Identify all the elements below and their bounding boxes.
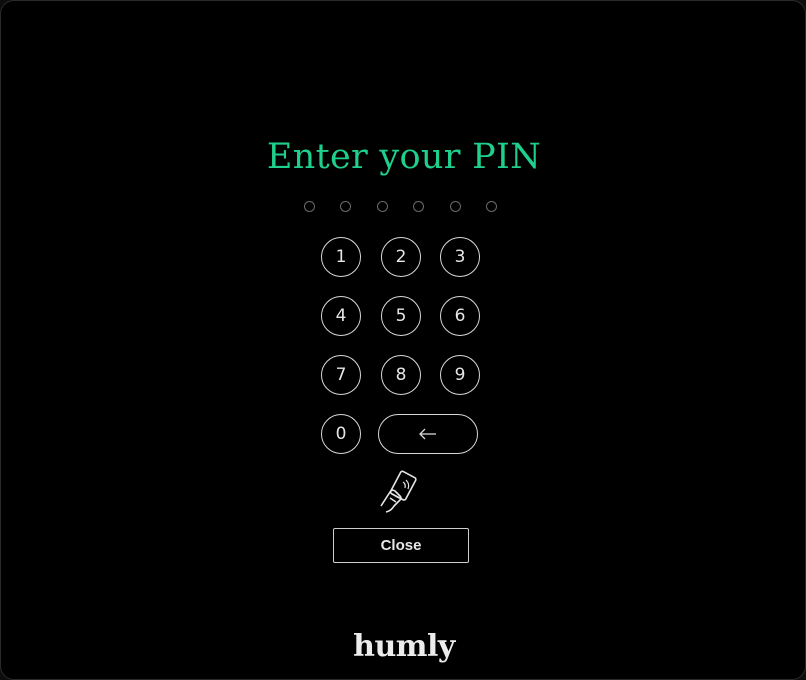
page-title: Enter your PIN xyxy=(266,137,542,177)
arrow-left-icon xyxy=(419,428,436,440)
pin-dot xyxy=(413,201,424,212)
key-9[interactable]: 9 xyxy=(440,355,480,395)
close-button[interactable]: Close xyxy=(333,528,469,563)
key-8[interactable]: 8 xyxy=(381,355,421,395)
pin-dot xyxy=(486,201,497,212)
key-2[interactable]: 2 xyxy=(381,237,421,277)
key-1[interactable]: 1 xyxy=(321,237,361,277)
key-3[interactable]: 3 xyxy=(440,237,480,277)
key-7[interactable]: 7 xyxy=(321,355,361,395)
hand-card-tap-icon xyxy=(378,470,424,514)
pin-dot xyxy=(340,201,351,212)
key-5[interactable]: 5 xyxy=(381,296,421,336)
key-0[interactable]: 0 xyxy=(321,414,361,454)
pin-dot xyxy=(450,201,461,212)
pin-entry-screen: Enter your PIN 1 2 3 4 5 6 7 8 9 0 Close… xyxy=(0,0,806,680)
backspace-button[interactable] xyxy=(378,414,478,454)
pin-dot xyxy=(304,201,315,212)
pin-indicator xyxy=(304,201,504,215)
key-6[interactable]: 6 xyxy=(440,296,480,336)
humly-logo: humly xyxy=(353,629,455,664)
pin-dot xyxy=(377,201,388,212)
key-4[interactable]: 4 xyxy=(321,296,361,336)
